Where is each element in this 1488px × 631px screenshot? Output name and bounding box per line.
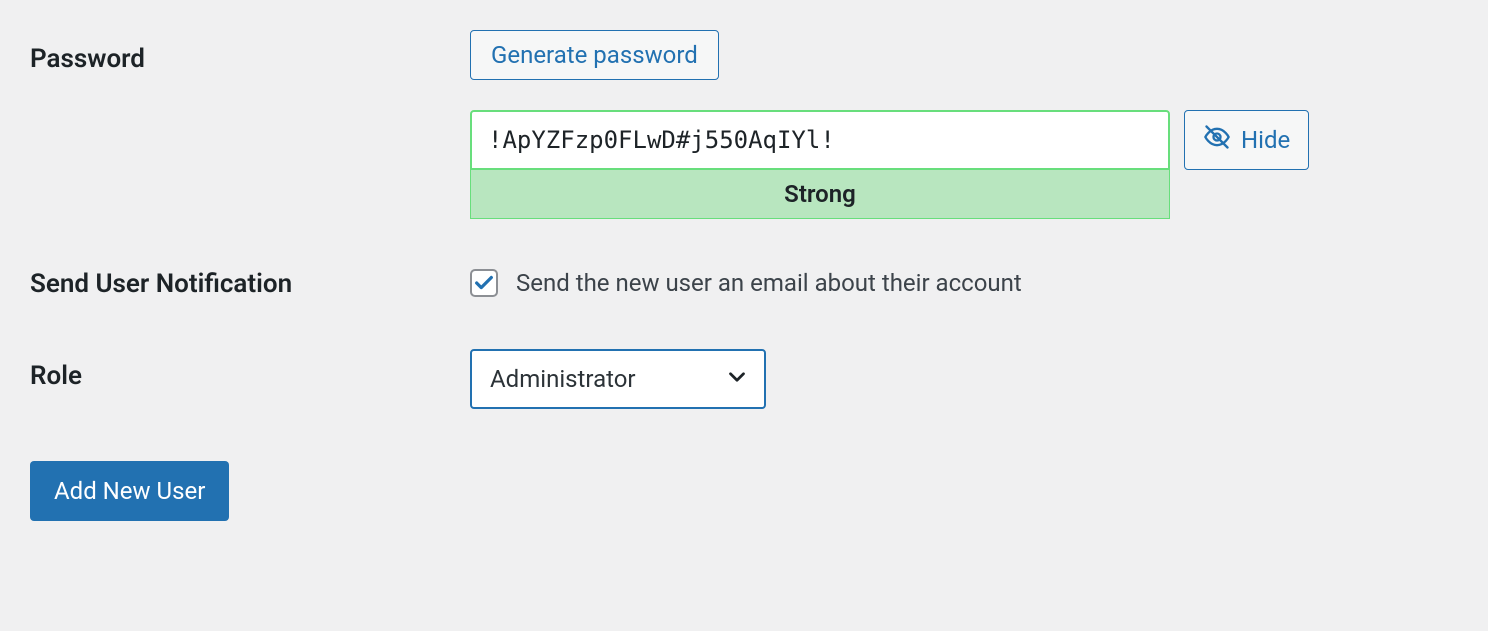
role-label: Role xyxy=(30,361,82,391)
hide-password-button[interactable]: Hide xyxy=(1184,110,1309,170)
role-row: Role Administrator xyxy=(30,349,1458,409)
notification-checkbox-label: Send the new user an email about their a… xyxy=(516,269,1022,297)
password-strength-indicator: Strong xyxy=(470,170,1170,219)
add-new-user-button[interactable]: Add New User xyxy=(30,461,229,521)
notification-label: Send User Notification xyxy=(30,269,292,299)
password-label: Password xyxy=(30,44,145,74)
role-select-value: Administrator xyxy=(490,365,636,393)
eye-slash-icon xyxy=(1203,123,1231,157)
hide-button-label: Hide xyxy=(1241,126,1290,154)
check-icon xyxy=(473,272,495,294)
generate-password-button[interactable]: Generate password xyxy=(470,30,719,80)
password-block: Strong xyxy=(470,110,1170,219)
send-notification-checkbox[interactable] xyxy=(470,269,498,297)
role-select[interactable]: Administrator xyxy=(470,349,766,409)
password-row: Password Generate password Strong xyxy=(30,30,1458,219)
password-input[interactable] xyxy=(470,110,1170,170)
chevron-down-icon xyxy=(724,364,750,394)
notification-row: Send User Notification Send the new user… xyxy=(30,269,1458,299)
